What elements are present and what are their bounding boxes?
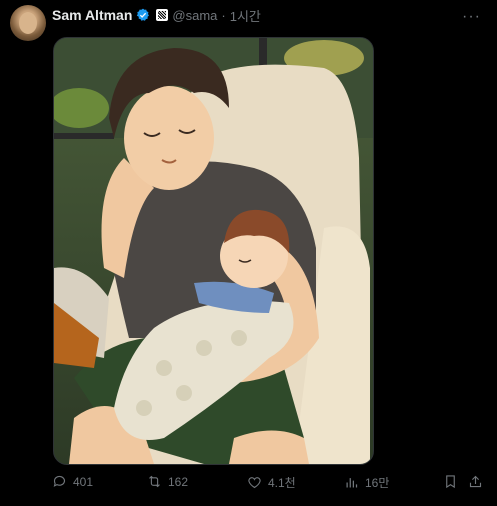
repost-icon	[149, 475, 160, 488]
post-header: Sam Altman @sama · 1시간	[52, 6, 261, 24]
repost-count: 162	[168, 474, 189, 489]
author-handle[interactable]: @sama	[172, 8, 217, 23]
separator-dot: ·	[221, 7, 226, 23]
post-actions-bar: 401 162 4.1천 16만	[52, 474, 482, 492]
reply-icon	[53, 475, 66, 487]
author-name[interactable]: Sam Altman	[52, 7, 132, 23]
share-button[interactable]	[468, 474, 483, 489]
avatar-face	[19, 12, 37, 34]
repost-button[interactable]: 162	[147, 474, 188, 489]
bookmark-button[interactable]	[443, 474, 458, 489]
verified-badge-icon[interactable]	[136, 8, 150, 22]
like-button[interactable]: 4.1천	[247, 474, 296, 491]
reply-count: 401	[73, 474, 94, 489]
author-avatar[interactable]	[10, 5, 46, 41]
bookmark-icon	[446, 475, 455, 489]
affiliation-badge-icon[interactable]	[156, 9, 169, 21]
views-count: 16만	[365, 476, 390, 490]
post-image[interactable]	[53, 37, 374, 465]
views-icon	[346, 478, 358, 488]
reply-button[interactable]: 401	[52, 474, 93, 489]
heart-icon	[248, 477, 261, 489]
views-button[interactable]: 16만	[344, 474, 389, 491]
anime-illustration	[54, 38, 373, 464]
post-time[interactable]: 1시간	[230, 6, 261, 25]
share-icon	[469, 475, 482, 488]
more-options-icon[interactable]: ···	[462, 8, 481, 26]
like-count: 4.1천	[268, 476, 296, 490]
